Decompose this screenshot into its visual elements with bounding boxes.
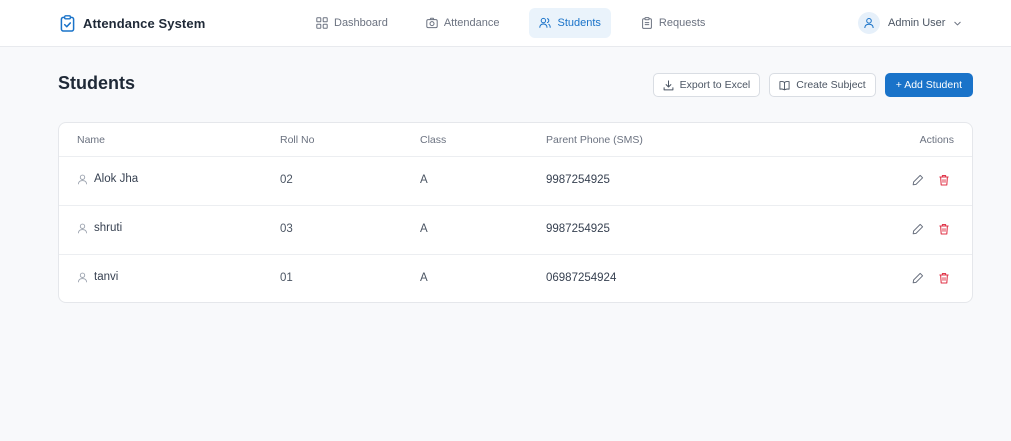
parent-phone-cell: 06987254924 [546,272,617,284]
nav-item-students[interactable]: Students [529,8,611,38]
parent-phone-cell: 9987254925 [546,223,610,235]
delete-trash-icon[interactable] [938,223,950,235]
clipboard-check-icon [60,14,75,32]
row-actions [912,223,950,235]
class-cell: A [420,272,428,284]
nav-label: Requests [658,17,706,29]
user-icon [78,174,87,184]
avatar [858,12,880,34]
create-subject-button[interactable]: Create Subject [769,73,876,97]
page-actions: Export to Excel Create Subject + Add Stu… [652,73,973,97]
page-title: Students [58,73,136,93]
nav-item-dashboard[interactable]: Dashboard [306,8,398,38]
column-header-parent-phone: Parent Phone (SMS) [546,134,643,146]
table-row: shruti 03 A 9987254925 [59,206,972,255]
camera-icon [426,17,438,29]
users-icon [539,17,552,28]
create-subject-label: Create Subject [796,79,866,91]
edit-pencil-icon[interactable] [912,272,924,284]
table-header: Name Roll No Class Parent Phone (SMS) Ac… [59,123,972,157]
parent-phone-cell: 9987254925 [546,174,610,186]
roll-no-cell: 01 [280,272,293,284]
app-title: Attendance System [83,15,206,31]
nav-label: Attendance [443,17,500,29]
nav-label: Students [557,17,601,29]
user-icon [864,18,874,29]
student-name-cell: Alok Jha [77,173,138,185]
nav-label: Dashboard [334,17,388,29]
user-icon [78,272,87,282]
student-name-cell: tanvi [77,271,118,283]
book-open-icon [779,80,790,90]
roll-no-cell: 03 [280,223,293,235]
edit-pencil-icon[interactable] [912,223,924,235]
clipboard-icon [642,17,652,29]
column-header-actions: Actions [919,134,954,146]
student-name: Alok Jha [94,173,139,185]
user-name: Admin User [888,17,946,29]
class-cell: A [420,223,428,235]
column-header-name: Name [77,134,106,146]
nav-item-attendance[interactable]: Attendance [416,8,510,38]
user-menu[interactable]: Admin User [858,11,962,35]
students-table: Name Roll No Class Parent Phone (SMS) Ac… [58,122,973,303]
student-name: tanvi [94,271,119,283]
table-row: Alok Jha 02 A 9987254925 [59,157,972,206]
download-icon [663,79,674,90]
main-nav: Dashboard Attendance Students Requests [306,8,715,38]
export-to-excel-button[interactable]: Export to Excel [652,73,761,97]
table-row: tanvi 01 A 06987254924 [59,255,972,302]
row-actions [912,174,950,186]
chevron-down-icon [954,21,962,25]
delete-trash-icon[interactable] [938,272,950,284]
user-icon [78,223,87,233]
nav-item-requests[interactable]: Requests [631,8,715,38]
student-name-cell: shruti [77,222,122,234]
edit-pencil-icon[interactable] [912,174,924,186]
top-navigation-bar: Attendance System Dashboard Attendance S… [0,0,1011,47]
export-label: Export to Excel [679,79,751,91]
column-header-roll-no: Roll No [280,134,315,146]
class-cell: A [420,174,428,186]
brand[interactable]: Attendance System [60,12,205,34]
row-actions [912,272,950,284]
roll-no-cell: 02 [280,174,293,186]
add-student-button[interactable]: + Add Student [884,73,973,97]
student-name: shruti [94,222,123,234]
grid-icon [316,17,328,29]
add-student-label: + Add Student [895,79,962,91]
delete-trash-icon[interactable] [938,174,950,186]
column-header-class: Class [420,134,447,146]
